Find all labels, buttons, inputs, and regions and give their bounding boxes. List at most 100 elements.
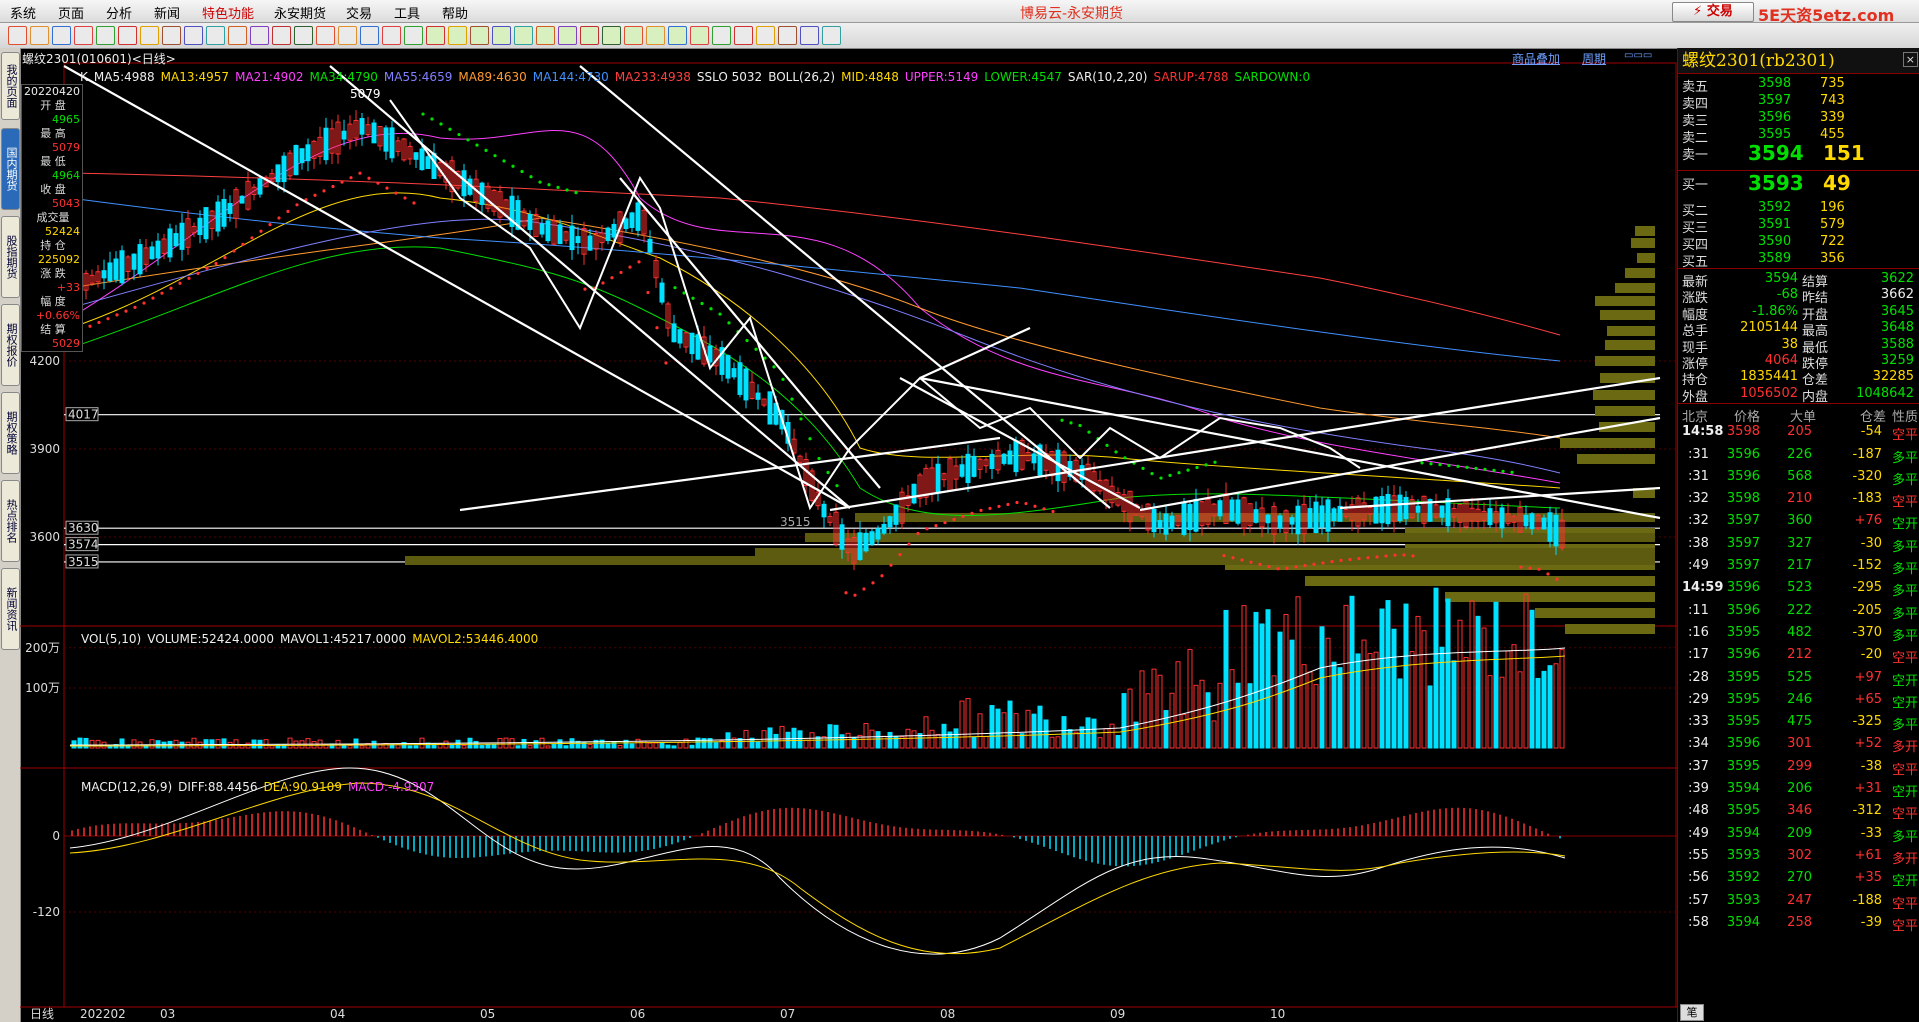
volume-bar (119, 738, 125, 749)
tab-option-strategy[interactable]: 期权策略 (1, 392, 20, 474)
trade-button-label: 交易 (1706, 4, 1733, 19)
toolbar-button-icon[interactable] (602, 26, 621, 45)
toolbar-button-icon[interactable] (316, 26, 335, 45)
quote-volume: 722 (1820, 234, 1845, 249)
volume-profile-bar (1637, 253, 1655, 263)
kline-chart[interactable]: 4200 3900 3600 4017 3630 3574 3515 5079 3515 100万… (20, 48, 1677, 1022)
toolbar-button-icon[interactable] (74, 26, 93, 45)
toolbar-button-icon[interactable] (426, 26, 445, 45)
candle-body (965, 453, 971, 484)
menu-system[interactable]: 系统 (10, 3, 36, 22)
toolbar-button-icon[interactable] (382, 26, 401, 45)
volume-bar (863, 723, 869, 749)
toolbar-button-icon[interactable] (712, 26, 731, 45)
link-overlay[interactable]: 商品叠加 (1512, 50, 1560, 67)
volume-bar (1175, 661, 1181, 749)
tick-time: :37 (1688, 758, 1709, 774)
tick-row: :49 3597 217 -152 多平 (1678, 558, 1919, 579)
tab-domestic-futures[interactable]: 国内期货 (1, 128, 20, 210)
info-value: 4965 (52, 113, 80, 126)
menu-features[interactable]: 特色功能 (202, 3, 254, 22)
toolbar-button-icon[interactable] (294, 26, 313, 45)
sar-dot (1438, 463, 1442, 467)
toolbar-button-icon[interactable] (800, 26, 819, 45)
toolbar-button-icon[interactable] (228, 26, 247, 45)
toolbar-button-icon[interactable] (140, 26, 159, 45)
volume-bar (977, 713, 983, 749)
tab-option-quotes[interactable]: 期权报价 (1, 304, 20, 386)
tab-index-futures[interactable]: 股指期货 (1, 216, 20, 298)
toolbar-button-icon[interactable] (580, 26, 599, 45)
info-value: 5029 (52, 337, 80, 350)
menu-news[interactable]: 新闻 (154, 3, 180, 22)
toolbar-button-icon[interactable] (184, 26, 203, 45)
tab-news-info[interactable]: 新闻资讯 (1, 568, 20, 650)
sar-dot (907, 542, 911, 546)
menu-tools[interactable]: 工具 (394, 3, 420, 22)
candle-body (587, 235, 593, 251)
toolbar-button-icon[interactable] (822, 26, 841, 45)
toolbar-button-icon[interactable] (536, 26, 555, 45)
tick-tab-strokes[interactable]: 笔 (1680, 1004, 1704, 1021)
window-controls-icon[interactable]: ▭▭▭ (1624, 50, 1652, 61)
panel-close-icon[interactable]: × (1902, 52, 1918, 67)
toolbar-button-icon[interactable] (272, 26, 291, 45)
toolbar-button-icon[interactable] (492, 26, 511, 45)
volume-profile-bar (1625, 268, 1655, 278)
toolbar-button-icon[interactable] (404, 26, 423, 45)
toolbar-button-icon[interactable] (118, 26, 137, 45)
menu-analysis[interactable]: 分析 (106, 3, 132, 22)
tick-diff: -20 (1860, 647, 1882, 663)
toolbar-button-icon[interactable] (756, 26, 775, 45)
ask-level[interactable]: 卖一 3594 151 (1678, 141, 1919, 165)
toolbar-button-icon[interactable] (52, 26, 71, 45)
menu-page[interactable]: 页面 (58, 3, 84, 22)
info-value: 5079 (52, 141, 80, 154)
toolbar-button-icon[interactable] (470, 26, 489, 45)
volume-bar (209, 739, 215, 749)
toolbar-button-icon[interactable] (690, 26, 709, 45)
toolbar-button-icon[interactable] (8, 26, 27, 45)
tab-my-page[interactable]: 我的页面 (1, 52, 20, 120)
candle-body (1235, 499, 1241, 524)
volume-bar (1463, 657, 1469, 749)
stat-value: 3648 (1880, 320, 1914, 336)
link-period[interactable]: 周期 (1582, 50, 1606, 67)
tick-diff: -187 (1852, 446, 1882, 462)
trade-button[interactable]: ⚡ 交易 (1672, 2, 1754, 22)
candle-body (671, 323, 677, 343)
menu-help[interactable]: 帮助 (442, 3, 468, 22)
toolbar-button-icon[interactable] (558, 26, 577, 45)
stat-value: 38 (1781, 336, 1798, 352)
volume-bar (881, 735, 887, 749)
toolbar-button-icon[interactable] (338, 26, 357, 45)
volume-bar (1139, 670, 1145, 749)
candle-body (215, 201, 221, 232)
toolbar-button-icon[interactable] (646, 26, 665, 45)
toolbar-button-icon[interactable] (778, 26, 797, 45)
quote-volume: 356 (1820, 251, 1845, 266)
volume-bar (1055, 736, 1061, 749)
toolbar-button-icon[interactable] (206, 26, 225, 45)
indicator-value: K (80, 70, 88, 84)
toolbar-button-icon[interactable] (514, 26, 533, 45)
tick-row: :33 3595 475 -325 多平 (1678, 714, 1919, 735)
toolbar-button-icon[interactable] (448, 26, 467, 45)
volume-profile-bar (1593, 390, 1655, 400)
toolbar-button-icon[interactable] (96, 26, 115, 45)
bid-level[interactable]: 买一 3593 49 (1678, 171, 1919, 195)
toolbar-button-icon[interactable] (668, 26, 687, 45)
toolbar-button-icon[interactable] (250, 26, 269, 45)
sar-dot (1069, 421, 1073, 425)
toolbar-button-icon[interactable] (162, 26, 181, 45)
toolbar-button-icon[interactable] (30, 26, 49, 45)
tick-price: 3595 (1726, 691, 1760, 707)
toolbar-button-icon[interactable] (624, 26, 643, 45)
toolbar-button-icon[interactable] (734, 26, 753, 45)
menu-yongan[interactable]: 永安期货 (274, 3, 326, 22)
sar-dot (727, 321, 731, 325)
menu-trade[interactable]: 交易 (346, 3, 372, 22)
candle-body (1265, 514, 1271, 524)
tab-hot-ranking[interactable]: 热点排名 (1, 480, 20, 562)
toolbar-button-icon[interactable] (360, 26, 379, 45)
